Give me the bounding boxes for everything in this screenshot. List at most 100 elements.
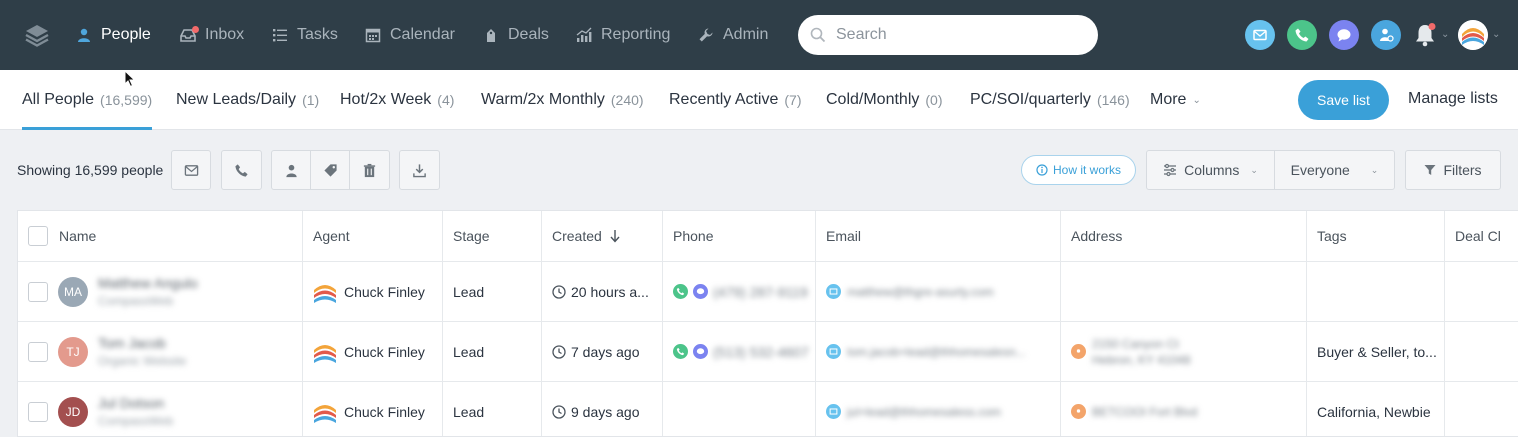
- person-name[interactable]: Tom Jacob: [98, 335, 186, 351]
- call-icon[interactable]: [673, 344, 688, 359]
- agent-logo-icon: [314, 284, 336, 303]
- email-icon: [1253, 29, 1267, 41]
- email-value[interactable]: jul+lead@thhomesaless.com: [847, 405, 1001, 419]
- phone-cell[interactable]: (479) 287-9119: [663, 262, 816, 321]
- address-cell[interactable]: 2150 Canyon Ct Hebron, KY 41048: [1061, 322, 1307, 381]
- col-stage[interactable]: Stage: [443, 211, 542, 261]
- name-cell[interactable]: MA Matthew Angulo CompassWeb: [18, 262, 303, 321]
- col-agent-label: Agent: [313, 228, 350, 244]
- person-source: CompassWeb: [98, 414, 174, 428]
- row-checkbox[interactable]: [28, 341, 48, 362]
- avatar[interactable]: MA: [58, 276, 88, 307]
- call-icon[interactable]: [673, 284, 688, 299]
- col-address[interactable]: Address: [1061, 211, 1307, 261]
- stage-cell[interactable]: Lead: [443, 382, 542, 436]
- name-cell[interactable]: JD Jul Dotson CompassWeb: [18, 382, 303, 436]
- name-cell[interactable]: TJ Tom Jacob Organic Website: [18, 322, 303, 381]
- tab-recently-active[interactable]: Recently Active (7): [669, 70, 802, 130]
- tags-cell[interactable]: California, Newbie: [1307, 382, 1445, 436]
- quick-agent-button[interactable]: [1371, 20, 1401, 50]
- table-row[interactable]: MA Matthew Angulo CompassWeb Chuck Finle…: [18, 262, 1518, 322]
- search-input[interactable]: [836, 26, 1076, 44]
- person-name[interactable]: Matthew Angulo: [98, 275, 198, 291]
- email-icon[interactable]: [826, 404, 841, 419]
- col-deal-close[interactable]: Deal Cl: [1445, 211, 1518, 261]
- how-it-works-button[interactable]: How it works: [1021, 155, 1136, 185]
- table-row[interactable]: JD Jul Dotson CompassWeb Chuck Finley Le…: [18, 382, 1518, 436]
- email-value[interactable]: matthew@thgre-asurty.com: [847, 285, 994, 299]
- search-box[interactable]: [798, 15, 1098, 55]
- nav-tasks[interactable]: Tasks: [272, 0, 338, 70]
- tags-value: Buyer & Seller, to...: [1317, 343, 1437, 360]
- table-row[interactable]: TJ Tom Jacob Organic Website Chuck Finle…: [18, 322, 1518, 382]
- col-deal-label: Deal Cl: [1455, 228, 1501, 244]
- phone-value[interactable]: (479) 287-9119: [713, 284, 808, 300]
- phone-cell[interactable]: (513) 532-4607: [663, 322, 816, 381]
- select-all-checkbox[interactable]: [28, 226, 48, 246]
- tags-cell[interactable]: Buyer & Seller, to...: [1307, 322, 1445, 381]
- stage-value: Lead: [453, 343, 485, 360]
- col-agent[interactable]: Agent: [303, 211, 443, 261]
- quick-email-button[interactable]: [1245, 20, 1275, 50]
- avatar[interactable]: JD: [58, 396, 88, 427]
- col-tags[interactable]: Tags: [1307, 211, 1445, 261]
- phone-value[interactable]: (513) 532-4607: [713, 344, 809, 360]
- email-cell[interactable]: tom.jacob+lead@thhomesalesn...: [816, 322, 1061, 381]
- col-phone[interactable]: Phone: [663, 211, 816, 261]
- nav-admin[interactable]: Admin: [698, 0, 768, 70]
- nav-inbox[interactable]: Inbox: [180, 0, 244, 70]
- app-logo-icon[interactable]: [24, 22, 50, 48]
- row-checkbox[interactable]: [28, 401, 48, 422]
- email-cell[interactable]: jul+lead@thhomesaless.com: [816, 382, 1061, 436]
- bulk-call-button[interactable]: [221, 150, 262, 190]
- col-email[interactable]: Email: [816, 211, 1061, 261]
- agent-cell[interactable]: Chuck Finley: [303, 262, 443, 321]
- assign-agent-button[interactable]: [271, 150, 311, 190]
- email-icon[interactable]: [826, 344, 841, 359]
- text-icon[interactable]: [693, 344, 708, 359]
- person-source: Organic Website: [98, 354, 187, 368]
- nav-reporting[interactable]: Reporting: [576, 0, 670, 70]
- tab-hot[interactable]: Hot/2x Week (4): [340, 70, 454, 130]
- stage-cell[interactable]: Lead: [443, 262, 542, 321]
- nav-deals[interactable]: Deals: [483, 0, 549, 70]
- agent-logo-icon: [314, 344, 336, 363]
- trash-icon: [363, 163, 376, 177]
- manage-lists-link[interactable]: Manage lists: [1408, 90, 1498, 108]
- tab-cold[interactable]: Cold/Monthly (0): [826, 70, 943, 130]
- bulk-email-button[interactable]: [171, 150, 211, 190]
- tab-new-leads[interactable]: New Leads/Daily (1): [176, 70, 319, 130]
- tag-button[interactable]: [310, 150, 350, 190]
- quick-text-button[interactable]: [1329, 20, 1359, 50]
- user-avatar[interactable]: [1458, 20, 1488, 50]
- bell-icon[interactable]: [1412, 22, 1438, 48]
- tab-pc-soi[interactable]: PC/SOI/quarterly (146): [970, 70, 1130, 130]
- address-cell[interactable]: BETCOOI Fort Blvd: [1061, 382, 1307, 436]
- row-checkbox[interactable]: [28, 281, 48, 302]
- tags-cell[interactable]: [1307, 262, 1445, 321]
- agent-cell[interactable]: Chuck Finley: [303, 322, 443, 381]
- delete-button[interactable]: [349, 150, 390, 190]
- email-value[interactable]: tom.jacob+lead@thhomesalesn...: [847, 345, 1026, 359]
- col-name[interactable]: Name: [18, 211, 303, 261]
- nav-calendar[interactable]: Calendar: [365, 0, 455, 70]
- nav-people[interactable]: People: [76, 0, 151, 70]
- email-cell[interactable]: matthew@thgre-asurty.com: [816, 262, 1061, 321]
- nav-people-label: People: [101, 26, 151, 43]
- email-icon[interactable]: [826, 284, 841, 299]
- agent-cell[interactable]: Chuck Finley: [303, 382, 443, 436]
- col-email-label: Email: [826, 228, 862, 244]
- col-created[interactable]: Created: [542, 211, 663, 261]
- export-button[interactable]: [399, 150, 440, 190]
- stage-cell[interactable]: Lead: [443, 322, 542, 381]
- filters-button[interactable]: Filters: [1405, 150, 1501, 190]
- avatar[interactable]: TJ: [58, 336, 88, 367]
- person-name[interactable]: Jul Dotson: [98, 395, 173, 411]
- quick-call-button[interactable]: [1287, 20, 1317, 50]
- everyone-dropdown[interactable]: Everyone ⌄: [1274, 150, 1395, 190]
- columns-dropdown[interactable]: Columns ⌄: [1146, 150, 1275, 190]
- tab-more[interactable]: More ⌄: [1150, 70, 1201, 130]
- text-icon[interactable]: [693, 284, 708, 299]
- tab-warm[interactable]: Warm/2x Monthly (240): [481, 70, 644, 130]
- save-list-button[interactable]: Save list: [1298, 80, 1389, 120]
